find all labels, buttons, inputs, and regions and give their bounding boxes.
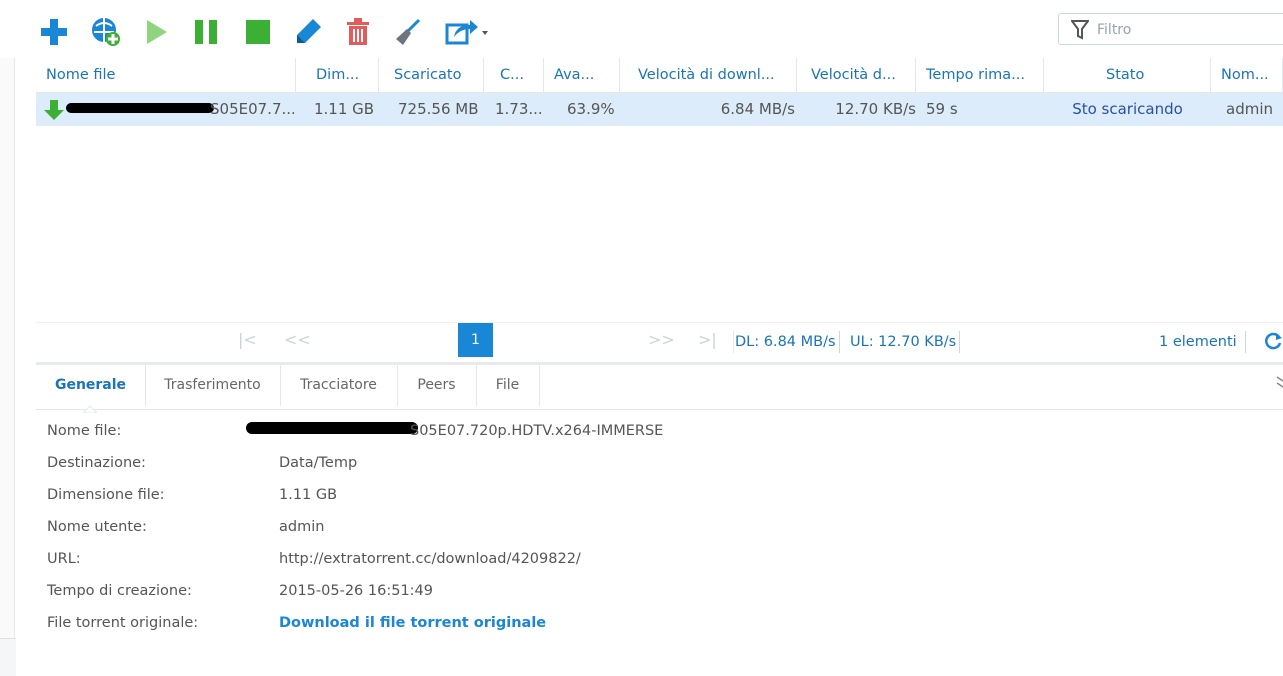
table-row[interactable]: S05E07.7... 1.11 GB 725.56 MB 1.73... 63… <box>36 93 1283 126</box>
edit-icon[interactable] <box>290 12 326 52</box>
downloading-arrow-icon <box>44 99 64 125</box>
label-torrent: File torrent originale: <box>47 615 199 631</box>
clean-icon[interactable] <box>390 12 426 52</box>
prev-page-button[interactable]: << <box>284 323 311 357</box>
col-user[interactable]: Nom... <box>1211 58 1283 92</box>
value-destination: Data/Temp <box>279 455 358 471</box>
torrent-download-link[interactable]: Download il file torrent originale <box>279 615 546 631</box>
current-page[interactable]: 1 <box>458 323 493 357</box>
col-c[interactable]: C... <box>484 58 544 92</box>
filter-input[interactable]: Filtro <box>1097 22 1131 38</box>
label-created: Tempo di creazione: <box>47 583 192 599</box>
add-icon[interactable] <box>36 12 72 52</box>
tab-peers[interactable]: Peers <box>397 365 477 406</box>
label-size: Dimensione file: <box>47 487 165 503</box>
filter-icon <box>1070 20 1090 44</box>
cell-size: 1.11 GB <box>314 100 375 118</box>
cell-user: admin <box>1226 100 1273 118</box>
item-count: 1 elementi <box>1159 331 1246 353</box>
value-filename: S05E07.720p.HDTV.x264-IMMERSE <box>410 423 664 439</box>
tab-trasferimento[interactable]: Trasferimento <box>145 365 281 406</box>
first-page-button[interactable]: |< <box>238 323 257 357</box>
col-size[interactable]: Dim... <box>296 58 379 92</box>
tab-tracciatore[interactable]: Tracciatore <box>280 365 398 406</box>
col-down-speed[interactable]: Velocità di downl... <box>620 58 797 92</box>
add-url-icon[interactable] <box>88 12 124 52</box>
col-status[interactable]: Stato <box>1044 58 1211 92</box>
cell-filename: S05E07.7... <box>210 100 294 118</box>
filter-field[interactable]: Filtro <box>1058 13 1283 45</box>
resume-icon[interactable] <box>138 12 174 52</box>
download-speed-total: DL: 6.84 MB/s <box>733 331 840 353</box>
value-user: admin <box>279 519 325 535</box>
next-page-button[interactable]: >> <box>648 323 675 357</box>
col-downloaded[interactable]: Scaricato <box>379 58 484 92</box>
tab-file[interactable]: File <box>476 365 540 406</box>
left-panel-footer <box>0 638 16 676</box>
col-filename[interactable]: Nome file <box>36 58 296 92</box>
cell-time-left: 59 s <box>926 100 958 118</box>
value-created: 2015-05-26 16:51:49 <box>279 583 433 599</box>
cell-progress: 63.9% <box>567 100 615 118</box>
refresh-icon[interactable] <box>1264 331 1282 355</box>
redacted-name <box>66 103 214 113</box>
label-filename: Nome file: <box>47 423 122 439</box>
value-size: 1.11 GB <box>279 487 338 503</box>
col-time-left[interactable]: Tempo rima... <box>916 58 1044 92</box>
cell-c: 1.73... <box>495 100 543 118</box>
label-user: Nome utente: <box>47 519 147 535</box>
upload-speed-total: UL: 12.70 KB/s <box>850 331 961 353</box>
redacted-detail-name <box>246 422 418 434</box>
stop-icon[interactable] <box>240 12 276 52</box>
tab-generale[interactable]: Generale <box>36 365 146 406</box>
col-progress[interactable]: Ava... <box>544 58 620 92</box>
label-destination: Destinazione: <box>47 455 146 471</box>
last-page-button[interactable]: >| <box>698 323 717 357</box>
detail-tabs: Generale Trasferimento Tracciatore Peers… <box>36 362 1283 414</box>
active-tab-pointer-icon <box>81 401 99 417</box>
delete-icon[interactable] <box>340 12 376 52</box>
cell-up-speed: 12.70 KB/s <box>835 100 916 118</box>
col-up-speed[interactable]: Velocità d... <box>797 58 916 92</box>
share-icon[interactable] <box>442 12 492 52</box>
cell-status: Sto scaricando <box>1072 100 1183 118</box>
pause-icon[interactable] <box>188 12 224 52</box>
pager: |< << 1 >> >| DL: 6.84 MB/s UL: 12.70 KB… <box>36 322 1283 357</box>
grid-header: Nome file Dim... Scaricato C... Ava... V… <box>36 58 1283 93</box>
cell-down-speed: 6.84 MB/s <box>720 100 795 118</box>
label-url: URL: <box>47 551 81 567</box>
cell-downloaded: 725.56 MB <box>398 100 479 118</box>
value-url: http://extratorrent.cc/download/4209822/ <box>279 551 581 567</box>
left-panel-edge <box>0 58 15 638</box>
collapse-icon[interactable] <box>1276 375 1283 395</box>
